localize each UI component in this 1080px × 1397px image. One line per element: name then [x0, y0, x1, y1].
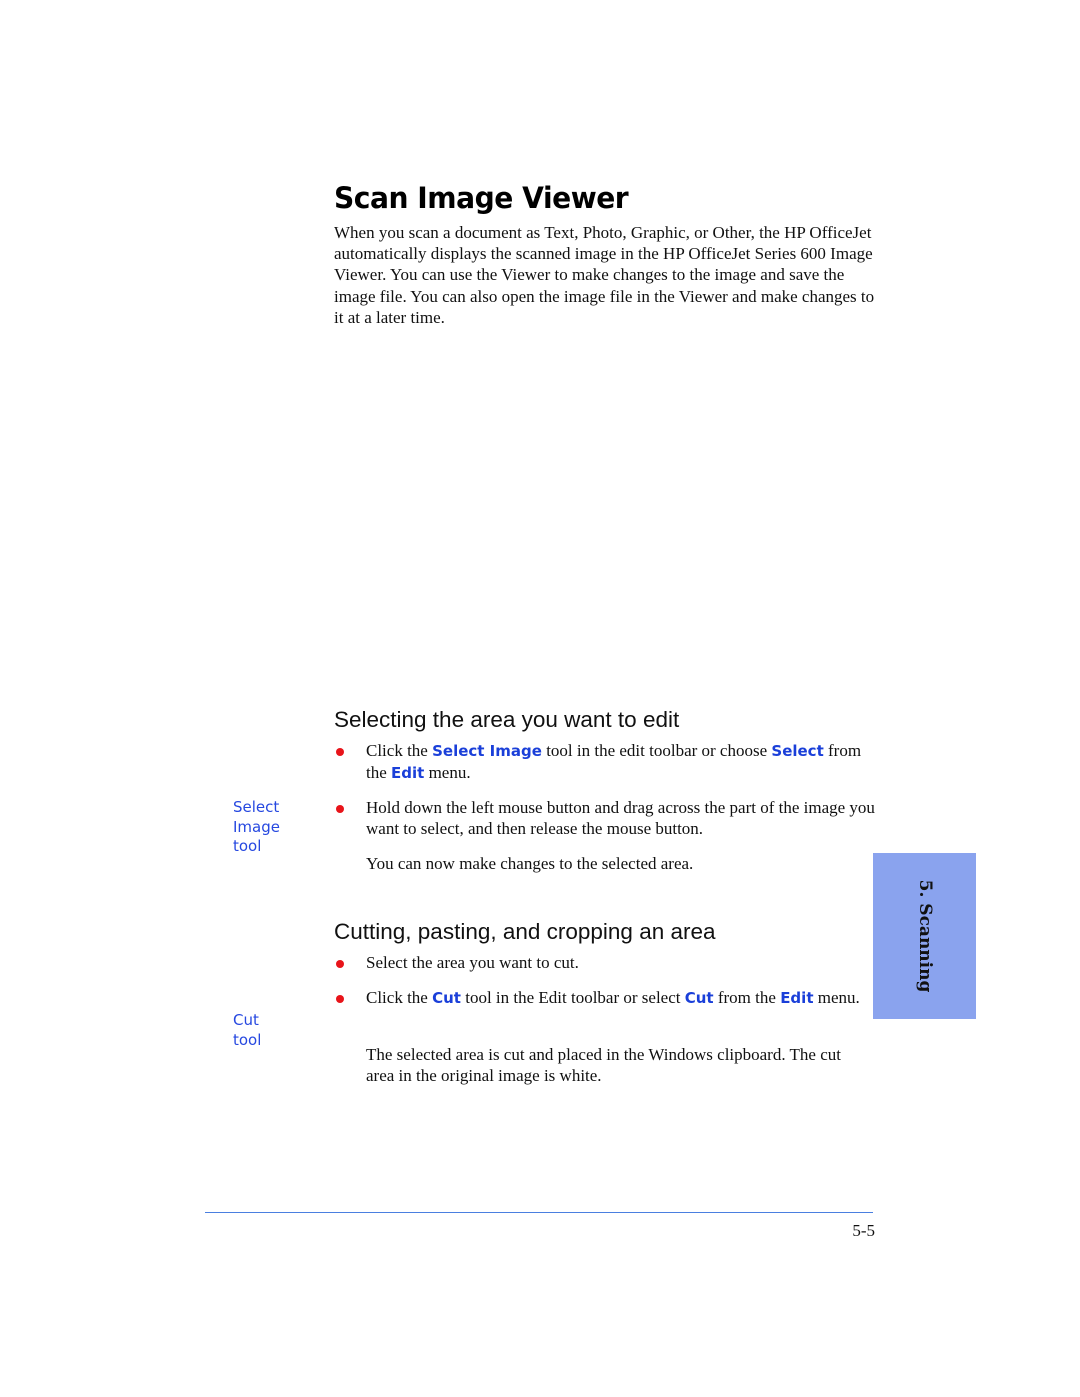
- edit-term: Edit: [780, 989, 814, 1007]
- cut-term: Cut: [432, 989, 461, 1007]
- chapter-tab-label: 5. Scanning: [914, 879, 935, 993]
- text: Click the: [366, 988, 433, 1007]
- margin-note-line: Cut: [233, 1011, 259, 1029]
- bullet-select-image: Click the Select Image tool in the edit …: [366, 740, 876, 784]
- note-selected-area: You can now make changes to the selected…: [366, 854, 694, 873]
- bullet-select-to-cut: Select the area you want to cut.: [366, 953, 579, 972]
- chapter-tab: 5. Scanning: [873, 853, 976, 1019]
- text: menu.: [813, 988, 860, 1007]
- margin-note-cut-tool: Cut tool: [233, 1011, 313, 1050]
- bullet-icon: [336, 995, 344, 1003]
- bullet-cut-tool: Click the Cut tool in the Edit toolbar o…: [366, 987, 876, 1009]
- text: menu.: [424, 763, 471, 783]
- section-heading-selecting: Selecting the area you want to edit: [334, 707, 680, 732]
- cut-term: Cut: [684, 989, 714, 1007]
- intro-paragraph: When you scan a document as Text, Photo,…: [334, 223, 875, 327]
- margin-note-line: Select: [233, 798, 280, 816]
- margin-note-line: Image: [233, 817, 280, 836]
- text: tool in the edit toolbar or choose: [541, 741, 772, 760]
- page-number: 5-5: [852, 1221, 875, 1240]
- text: tool in the Edit toolbar or select: [460, 988, 685, 1007]
- margin-note-line: tool: [233, 837, 262, 855]
- select-term: Select: [771, 742, 824, 760]
- footer-rule: [205, 1212, 873, 1213]
- select-image-term: Select Image: [432, 742, 542, 760]
- note-cut-result: The selected area is cut and placed in t…: [366, 1045, 841, 1086]
- margin-note-select-image-tool: Select Image tool: [233, 798, 313, 857]
- page-title: Scan Image Viewer: [334, 181, 629, 215]
- bullet-drag-select: Hold down the left mouse button and drag…: [366, 798, 875, 839]
- margin-note-line: tool: [233, 1030, 262, 1049]
- bullet-icon: [336, 805, 344, 813]
- text: Click the: [366, 741, 433, 760]
- bullet-icon: [336, 748, 344, 756]
- edit-term: Edit: [391, 764, 425, 783]
- bullet-icon: [336, 960, 344, 968]
- text: from the: [713, 988, 781, 1007]
- section-heading-cutting: Cutting, pasting, and cropping an area: [334, 919, 716, 944]
